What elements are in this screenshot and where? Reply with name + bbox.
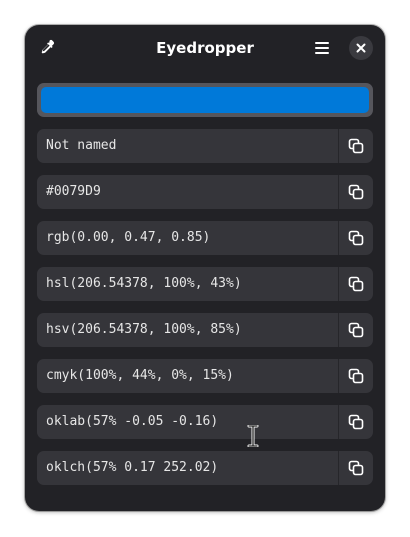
copy-icon bbox=[348, 184, 364, 200]
copy-icon bbox=[348, 230, 364, 246]
text-cursor-icon bbox=[247, 425, 259, 447]
copy-icon bbox=[348, 276, 364, 292]
close-button[interactable] bbox=[349, 36, 373, 60]
color-swatch bbox=[41, 87, 369, 113]
app-window: Eyedropper Not named #0079D9 rgb(0.00, 0.4… bbox=[25, 25, 385, 511]
copy-button-oklch[interactable] bbox=[339, 451, 373, 485]
copy-icon bbox=[348, 138, 364, 154]
format-row-hex: #0079D9 bbox=[37, 175, 373, 209]
copy-button-rgb[interactable] bbox=[339, 221, 373, 255]
format-row-oklch: oklch(57% 0.17 252.02) bbox=[37, 451, 373, 485]
format-value-rgb[interactable]: rgb(0.00, 0.47, 0.85) bbox=[46, 221, 210, 255]
copy-button-hex[interactable] bbox=[339, 175, 373, 209]
header-bar: Eyedropper bbox=[25, 25, 385, 71]
copy-icon bbox=[348, 368, 364, 384]
copy-button-oklab[interactable] bbox=[339, 405, 373, 439]
copy-icon bbox=[348, 414, 364, 430]
format-value-cmyk[interactable]: cmyk(100%, 44%, 0%, 15%) bbox=[46, 359, 234, 393]
main-menu-button[interactable] bbox=[309, 35, 335, 61]
format-row-name: Not named bbox=[37, 129, 373, 163]
format-row-rgb: rgb(0.00, 0.47, 0.85) bbox=[37, 221, 373, 255]
format-row-hsv: hsv(206.54378, 100%, 85%) bbox=[37, 313, 373, 347]
copy-button-cmyk[interactable] bbox=[339, 359, 373, 393]
color-swatch-frame bbox=[37, 83, 373, 117]
format-row-cmyk: cmyk(100%, 44%, 0%, 15%) bbox=[37, 359, 373, 393]
copy-button-hsv[interactable] bbox=[339, 313, 373, 347]
format-value-hsl[interactable]: hsl(206.54378, 100%, 43%) bbox=[46, 267, 242, 301]
close-icon bbox=[356, 43, 366, 53]
format-value-name[interactable]: Not named bbox=[46, 129, 116, 163]
copy-button-name[interactable] bbox=[339, 129, 373, 163]
format-value-oklab[interactable]: oklab(57% -0.05 -0.16) bbox=[46, 405, 218, 439]
hamburger-menu-icon bbox=[315, 42, 329, 54]
copy-button-hsl[interactable] bbox=[339, 267, 373, 301]
copy-icon bbox=[348, 460, 364, 476]
copy-icon bbox=[348, 322, 364, 338]
format-value-hex[interactable]: #0079D9 bbox=[46, 175, 101, 209]
format-value-hsv[interactable]: hsv(206.54378, 100%, 85%) bbox=[46, 313, 242, 347]
format-row-oklab: oklab(57% -0.05 -0.16) bbox=[37, 405, 373, 439]
format-value-oklch[interactable]: oklch(57% 0.17 252.02) bbox=[46, 451, 218, 485]
format-row-hsl: hsl(206.54378, 100%, 43%) bbox=[37, 267, 373, 301]
